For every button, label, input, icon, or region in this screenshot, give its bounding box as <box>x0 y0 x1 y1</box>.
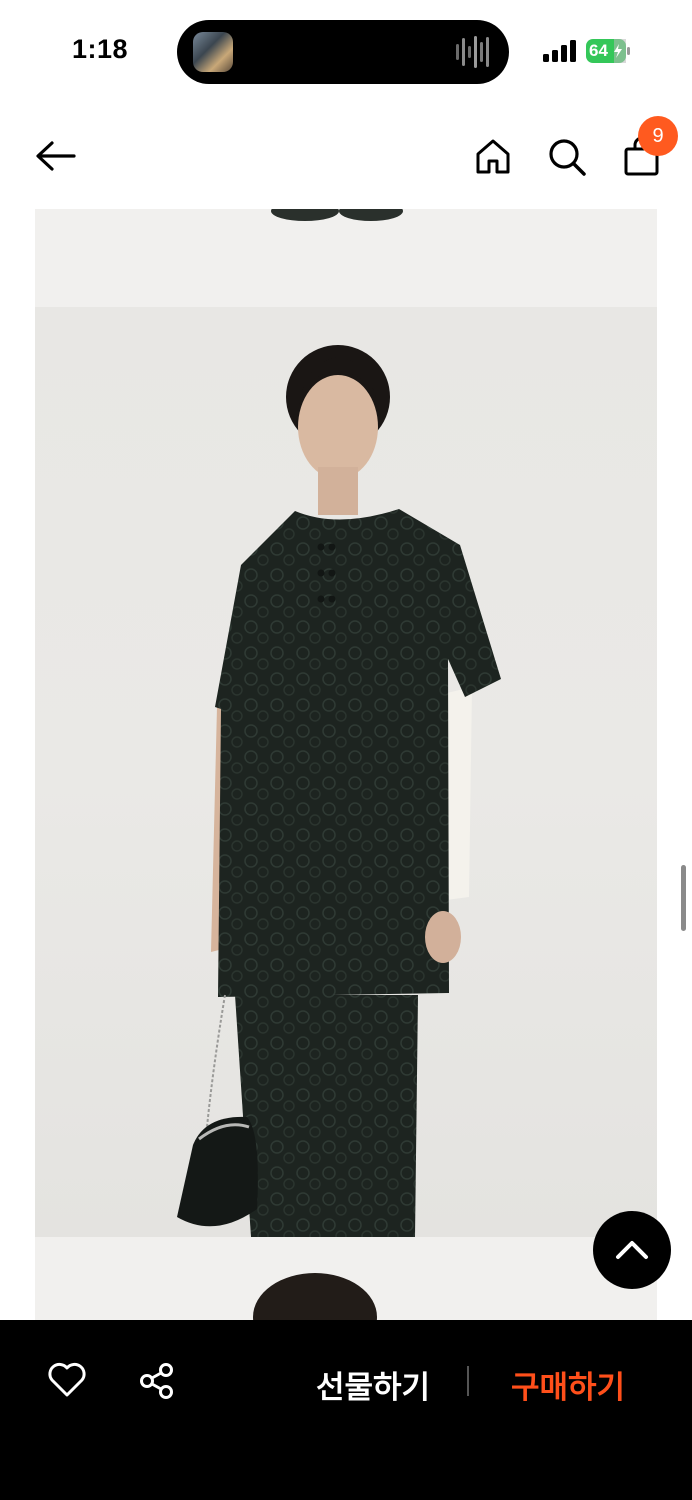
model-wearing-top-image <box>177 345 501 1237</box>
product-photo-model-head <box>35 1237 657 1320</box>
top-navigation-bar <box>0 110 692 205</box>
model-head-image <box>253 1273 377 1320</box>
bottom-action-bar: 선물하기 구매하기 <box>0 1320 692 1500</box>
battery-indicator: 64 <box>586 39 630 63</box>
product-detail-images[interactable] <box>35 209 657 1320</box>
action-divider <box>467 1366 469 1396</box>
gift-button[interactable]: 선물하기 <box>316 1362 430 1407</box>
cellular-signal-icon <box>543 40 576 62</box>
search-icon[interactable] <box>547 137 587 177</box>
now-playing-artwork <box>193 32 233 72</box>
status-time: 1:18 <box>72 34 129 64</box>
share-icon[interactable] <box>138 1362 176 1400</box>
cart-count-badge: 9 <box>638 116 678 156</box>
arrow-left-icon[interactable] <box>34 138 78 174</box>
audio-waveform-icon <box>456 36 489 68</box>
status-bar: 1:18 64 <box>0 0 692 100</box>
chevron-up-icon <box>616 1241 648 1259</box>
heart-icon[interactable] <box>47 1362 87 1398</box>
shoes-image <box>271 209 403 221</box>
scroll-to-top-button[interactable] <box>593 1211 671 1289</box>
battery-percentage: 64 <box>589 41 608 60</box>
scroll-indicator[interactable] <box>681 865 686 931</box>
product-photo-model <box>35 307 657 1237</box>
product-photo-shoes <box>35 209 657 307</box>
dynamic-island[interactable] <box>177 20 509 84</box>
buy-button[interactable]: 구매하기 <box>511 1362 625 1407</box>
home-icon[interactable] <box>474 137 512 175</box>
